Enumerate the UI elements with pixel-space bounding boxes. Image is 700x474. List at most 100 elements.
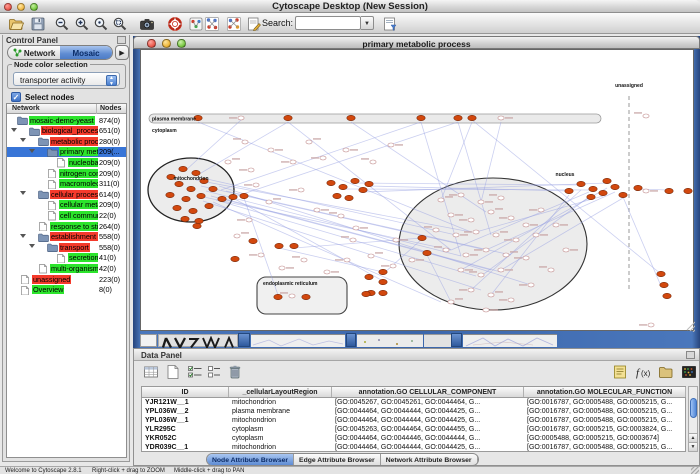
table-cell: mitochondrion xyxy=(229,398,332,407)
import-folder-icon[interactable] xyxy=(657,363,675,381)
zoom-out-icon[interactable] xyxy=(52,14,72,33)
file-icon xyxy=(48,169,56,179)
expand-arrow-icon[interactable] xyxy=(29,149,35,153)
scroll-down-button[interactable]: ▼ xyxy=(689,442,697,451)
node-color-dropdown-value: transporter activity xyxy=(20,76,85,85)
notes-icon[interactable] xyxy=(611,363,629,381)
expand-arrow-icon[interactable] xyxy=(11,128,17,132)
tree-row-count: 209(0) xyxy=(99,169,121,178)
matrix-icon[interactable] xyxy=(680,363,698,381)
tree-row[interactable]: primary metabolic209(... xyxy=(7,147,126,158)
table-cell: mitochondrion xyxy=(229,443,332,452)
help-icon[interactable] xyxy=(165,14,185,33)
scrollbar-thumb[interactable] xyxy=(690,398,697,418)
tree-row[interactable]: biological_process651(0) xyxy=(7,126,126,137)
background-window-edge[interactable] xyxy=(346,333,356,347)
delete-attribute-icon[interactable] xyxy=(226,363,244,381)
background-windows-strip xyxy=(140,333,557,348)
zoom-in-icon[interactable] xyxy=(72,14,92,33)
tab-edge-attribute-browser[interactable]: Edge Attribute Browser xyxy=(294,454,381,465)
node-color-dropdown[interactable]: transporter activity ▲▼ xyxy=(13,72,120,86)
search-label: Search: xyxy=(262,18,293,28)
table-row[interactable]: YJR121W__1mitochondrion[GO:0045267, GO:0… xyxy=(142,398,685,407)
tree-row[interactable]: transport558(0) xyxy=(7,242,126,253)
snapshot-icon[interactable] xyxy=(137,14,157,33)
tab-network-attribute-browser[interactable]: Network Attribute Browser xyxy=(381,454,478,465)
float-panel-icon[interactable] xyxy=(117,36,126,44)
layout-network-2-icon[interactable] xyxy=(224,14,244,33)
search-dropdown-button[interactable]: ▼ xyxy=(361,16,374,30)
tree-row[interactable]: establishment of lo558(0) xyxy=(7,232,126,243)
tree-row[interactable]: mosaic-demo-yeast874(0) xyxy=(7,115,126,126)
tree-row[interactable]: multi-organism pro42(0) xyxy=(7,263,126,274)
attribute-table-icon[interactable] xyxy=(142,363,160,381)
table-cell: [GO:0016787, GO:0005488, GO:0005215, G..… xyxy=(524,407,686,416)
tree-row[interactable]: response to stimulu264(0) xyxy=(7,221,126,232)
tree-row[interactable]: cellular process614(0) xyxy=(7,189,126,200)
tab-network[interactable]: Network xyxy=(8,46,60,59)
table-cell: [GO:0016787, GO:0005488, GO:0005215, G..… xyxy=(524,398,686,407)
select-nodes-checkbox[interactable]: ✓ xyxy=(11,92,21,102)
zoom-fit-icon[interactable] xyxy=(91,14,111,33)
tree-row[interactable]: cellular metabol209(0) xyxy=(7,200,126,211)
tree-row[interactable]: cell communicat22(0) xyxy=(7,210,126,221)
table-row[interactable]: YPL036W__2plasma membrane[GO:0044464, GO… xyxy=(142,407,685,416)
search-options-icon[interactable] xyxy=(380,14,400,33)
scroll-up-button[interactable]: ▲ xyxy=(689,433,697,442)
network-window-titlebar[interactable]: primary metabolic process xyxy=(133,36,700,49)
column-header[interactable]: annotation.GO MOLECULAR_FUNCTION xyxy=(524,387,686,397)
open-file-icon[interactable] xyxy=(6,14,26,33)
table-row[interactable]: YLR295Ccytoplasm[GO:0045263, GO:0044464,… xyxy=(142,425,685,434)
file-icon xyxy=(48,211,56,221)
column-header[interactable]: ID xyxy=(142,387,229,397)
file-icon xyxy=(21,275,29,285)
expand-arrow-icon[interactable] xyxy=(20,138,26,142)
expand-arrow-icon[interactable] xyxy=(29,244,35,248)
table-cell: YKR052C xyxy=(142,434,229,443)
tree-row-label: transport xyxy=(59,243,90,252)
table-cell: [GO:0016787, GO:0005488, GO:0005215, G..… xyxy=(524,416,686,425)
data-panel-titlebar[interactable]: Data Panel xyxy=(134,349,699,361)
save-icon[interactable] xyxy=(28,14,48,33)
tree-row[interactable]: Overview8(0) xyxy=(7,285,126,296)
resize-grip[interactable] xyxy=(691,467,699,474)
more-tabs-button[interactable]: ▶ xyxy=(115,45,129,60)
tree-row[interactable]: nitrogen compo209(0) xyxy=(7,168,126,179)
unselect-attributes-icon[interactable] xyxy=(206,363,224,381)
expand-arrow-icon[interactable] xyxy=(20,234,26,238)
select-attributes-icon[interactable] xyxy=(186,363,204,381)
svg-text:mitochondrion: mitochondrion xyxy=(174,176,209,182)
layout-network-1-icon[interactable] xyxy=(202,14,222,33)
tree-row[interactable]: unassigned223(0) xyxy=(7,274,126,285)
table-row[interactable]: YDR039C__1mitochondrion[GO:0044464, GO:0… xyxy=(142,443,685,452)
tree-row[interactable]: secretion41(0) xyxy=(7,253,126,264)
tab-node-attribute-browser[interactable]: Node Attribute Browser xyxy=(207,454,294,465)
tree-row[interactable]: nucleobase-con209(0) xyxy=(7,157,126,168)
search-input[interactable] xyxy=(295,16,361,30)
tree-row[interactable]: macromolecule311(0) xyxy=(7,179,126,190)
node-color-selection-label: Node color selection xyxy=(12,60,90,69)
annotation-icon[interactable] xyxy=(244,14,264,33)
table-row[interactable]: YKR052Ccytoplasm[GO:0044464, GO:0044446,… xyxy=(142,434,685,443)
table-scrollbar[interactable]: ▲ ▼ xyxy=(688,386,698,452)
data-panel-float-icon[interactable] xyxy=(686,351,695,359)
network-canvas[interactable]: plasma membranecytoplasmmitochondrionnuc… xyxy=(140,49,694,331)
zoom-selected-icon[interactable] xyxy=(110,14,130,33)
background-window-edge[interactable] xyxy=(238,333,250,347)
formula-fx-icon[interactable]: f(x) xyxy=(634,363,652,381)
svg-text:(x): (x) xyxy=(641,369,651,378)
column-header[interactable]: annotation.GO CELLULAR_COMPONENT xyxy=(332,387,524,397)
tree-row[interactable]: metabolic process280(0) xyxy=(7,136,126,147)
tab-mosaic[interactable]: Mosaic xyxy=(60,46,112,59)
folder-icon xyxy=(38,137,49,146)
attribute-table-header[interactable]: ID_cellularLayoutRegionannotation.GO CEL… xyxy=(142,387,685,398)
window-titlebar[interactable]: Cytoscape Desktop (New Session) xyxy=(0,0,700,13)
table-row[interactable]: YPL036W__1mitochondrion[GO:0044464, GO:0… xyxy=(142,416,685,425)
new-attribute-icon[interactable] xyxy=(164,363,182,381)
background-window-edge[interactable] xyxy=(451,333,462,347)
expand-arrow-icon[interactable] xyxy=(20,191,26,195)
column-header[interactable]: _cellularLayoutRegion xyxy=(229,387,332,397)
status-bar: Welcome to Cytoscape 2.8.1 Right-click +… xyxy=(0,466,700,474)
tree-column-nodes: Nodes xyxy=(100,105,121,112)
table-cell: YLR295C xyxy=(142,425,229,434)
